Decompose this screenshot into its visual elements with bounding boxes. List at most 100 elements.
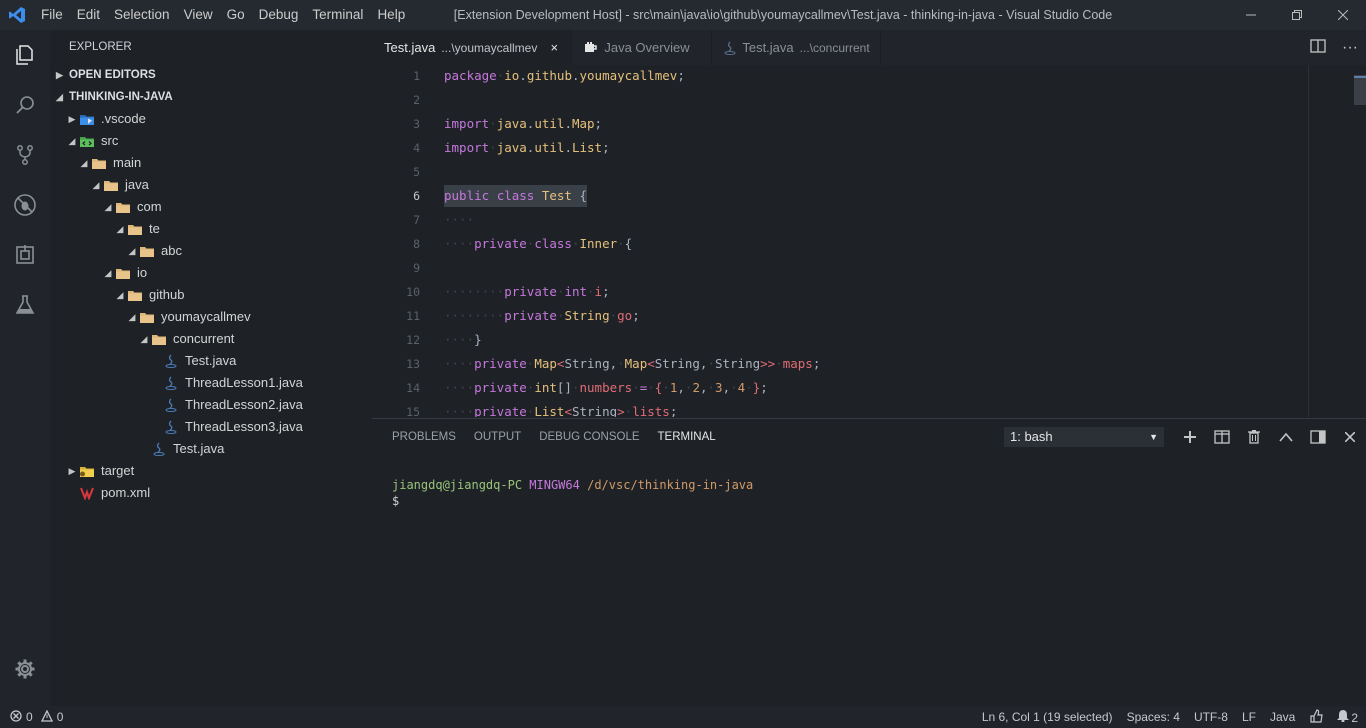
chevron-right-icon[interactable]: ▶ — [65, 460, 79, 482]
folder-icon — [91, 156, 107, 170]
split-terminal-icon[interactable] — [1206, 419, 1238, 455]
extensions-icon[interactable] — [0, 230, 50, 280]
toggle-panel-position-icon[interactable] — [1302, 419, 1334, 455]
project-section[interactable]: ◢ THINKING-IN-JAVA — [50, 86, 372, 108]
chevron-down-icon[interactable]: ◢ — [113, 218, 127, 240]
chevron-down-icon[interactable]: ◢ — [137, 328, 151, 350]
close-icon[interactable]: × — [547, 40, 561, 55]
tree-item-label: github — [149, 287, 185, 302]
split-editor-icon[interactable] — [1302, 39, 1334, 56]
code-line: 4 import·java.util.List; — [372, 137, 1308, 161]
trash-icon[interactable] — [1238, 419, 1270, 455]
tree-item[interactable]: ◢ github — [50, 284, 372, 306]
source-control-icon[interactable] — [0, 130, 50, 180]
chevron-down-icon[interactable]: ◢ — [125, 240, 139, 262]
notification-count: 2 — [1351, 711, 1358, 725]
feedback-icon[interactable] — [1309, 708, 1324, 726]
file-tree: ▶ .vscode ◢ src ◢ main ◢ java ◢ com ◢ te ◢ abc ◢ io ◢ git… — [50, 108, 372, 504]
tree-item[interactable]: pom.xml — [50, 482, 372, 504]
minimize-button[interactable] — [1228, 0, 1274, 30]
line-number: 15 — [406, 405, 420, 417]
gear-icon[interactable] — [0, 644, 50, 694]
menu-view[interactable]: View — [177, 0, 220, 30]
language-mode[interactable]: Java — [1270, 710, 1295, 724]
tree-item[interactable]: ◢ src — [50, 130, 372, 152]
chevron-right-icon[interactable]: ▶ — [65, 108, 79, 130]
terminal-user: jiangdq@jiangdq-PC — [392, 478, 523, 492]
tree-item[interactable]: ◢ java — [50, 174, 372, 196]
editor-scrollbar[interactable] — [1354, 75, 1366, 105]
close-panel-icon[interactable] — [1334, 419, 1366, 455]
chevron-down-icon[interactable]: ◢ — [77, 152, 91, 174]
tree-item[interactable]: Test.java — [50, 438, 372, 460]
line-number: 6 — [413, 189, 420, 203]
tab-java-overview[interactable]: Java Overview — [572, 30, 713, 65]
tab-problems[interactable]: PROBLEMS — [392, 419, 456, 455]
folder-icon — [103, 178, 119, 192]
tree-item[interactable]: ◢ te — [50, 218, 372, 240]
tree-item-label: youmaycallmev — [161, 309, 251, 324]
menu-edit[interactable]: Edit — [70, 0, 107, 30]
code-line: 2 — [372, 89, 1308, 113]
test-flask-icon[interactable] — [0, 280, 50, 330]
new-terminal-icon[interactable] — [1174, 419, 1206, 455]
menu-debug[interactable]: Debug — [252, 0, 306, 30]
menu-terminal[interactable]: Terminal — [305, 0, 370, 30]
terminal-select[interactable]: 1: bash ▼ — [1004, 427, 1164, 447]
menu-bar: File Edit Selection View Go Debug Termin… — [34, 0, 412, 30]
chevron-down-icon[interactable]: ◢ — [65, 130, 79, 152]
terminal-host: MINGW64 — [529, 478, 580, 492]
more-actions-icon[interactable]: ··· — [1334, 39, 1366, 57]
open-editors-section[interactable]: ▶ OPEN EDITORS — [50, 64, 372, 86]
tree-item[interactable]: ◢ main — [50, 152, 372, 174]
chevron-down-icon[interactable]: ◢ — [101, 262, 115, 284]
terminal-output[interactable]: jiangdq@jiangdq-PC MINGW64 /d/vsc/thinki… — [392, 477, 753, 509]
code-editor[interactable]: 1 package·io.github.youmaycallmev; 2 3 imp… — [372, 65, 1366, 417]
chevron-up-icon[interactable] — [1270, 419, 1302, 455]
tree-item[interactable]: ▶ target — [50, 460, 372, 482]
chevron-down-icon[interactable]: ◢ — [89, 174, 103, 196]
close-window-button[interactable] — [1320, 0, 1366, 30]
tree-item[interactable]: ThreadLesson3.java — [50, 416, 372, 438]
chevron-down-icon[interactable]: ◢ — [101, 196, 115, 218]
menu-selection[interactable]: Selection — [107, 0, 177, 30]
bell-icon[interactable]: 2 — [1337, 709, 1358, 725]
tree-item[interactable]: ◢ abc — [50, 240, 372, 262]
tab-output[interactable]: OUTPUT — [474, 419, 521, 455]
search-icon[interactable] — [0, 80, 50, 130]
status-problems[interactable]: 0 0 — [0, 709, 63, 725]
chevron-down-icon[interactable]: ◢ — [125, 306, 139, 328]
window-controls — [1228, 0, 1366, 30]
tree-item[interactable]: ◢ concurrent — [50, 328, 372, 350]
tab-terminal[interactable]: TERMINAL — [658, 419, 716, 455]
tree-item-label: ThreadLesson1.java — [185, 375, 303, 390]
tree-item[interactable]: ThreadLesson1.java — [50, 372, 372, 394]
tree-item[interactable]: Test.java — [50, 350, 372, 372]
explorer-header: EXPLORER — [69, 41, 132, 53]
line-number: 1 — [413, 69, 420, 83]
end-of-line[interactable]: LF — [1242, 710, 1256, 724]
explorer-icon[interactable] — [0, 30, 50, 80]
tree-item[interactable]: ▶ .vscode — [50, 108, 372, 130]
encoding[interactable]: UTF-8 — [1194, 710, 1228, 724]
tab-debug-console[interactable]: DEBUG CONSOLE — [539, 419, 639, 455]
debug-icon[interactable] — [0, 180, 50, 230]
menu-go[interactable]: Go — [220, 0, 252, 30]
chevron-down-icon[interactable]: ◢ — [113, 284, 127, 306]
tree-item[interactable]: ◢ com — [50, 196, 372, 218]
tab-test-java[interactable]: Test.java ...\youmaycallmev × — [372, 30, 573, 65]
code-line-current: 6 public·class·Test·{ — [372, 185, 1308, 209]
cursor-position[interactable]: Ln 6, Col 1 (19 selected) — [982, 710, 1113, 724]
restore-button[interactable] — [1274, 0, 1320, 30]
minimap-divider — [1308, 65, 1309, 417]
code-line: 15 ····private·List<String>·lists; — [372, 401, 1308, 417]
tree-item[interactable]: ◢ youmaycallmev — [50, 306, 372, 328]
terminal-prompt: $ — [392, 494, 400, 508]
tab-test-java-concurrent[interactable]: Test.java ...\concurrent — [712, 30, 881, 65]
tree-item[interactable]: ThreadLesson2.java — [50, 394, 372, 416]
tree-item[interactable]: ◢ io — [50, 262, 372, 284]
menu-file[interactable]: File — [34, 0, 70, 30]
terminal-path: /d/vsc/thinking-in-java — [587, 478, 754, 492]
indentation[interactable]: Spaces: 4 — [1127, 710, 1180, 724]
java-file-icon — [163, 354, 179, 368]
